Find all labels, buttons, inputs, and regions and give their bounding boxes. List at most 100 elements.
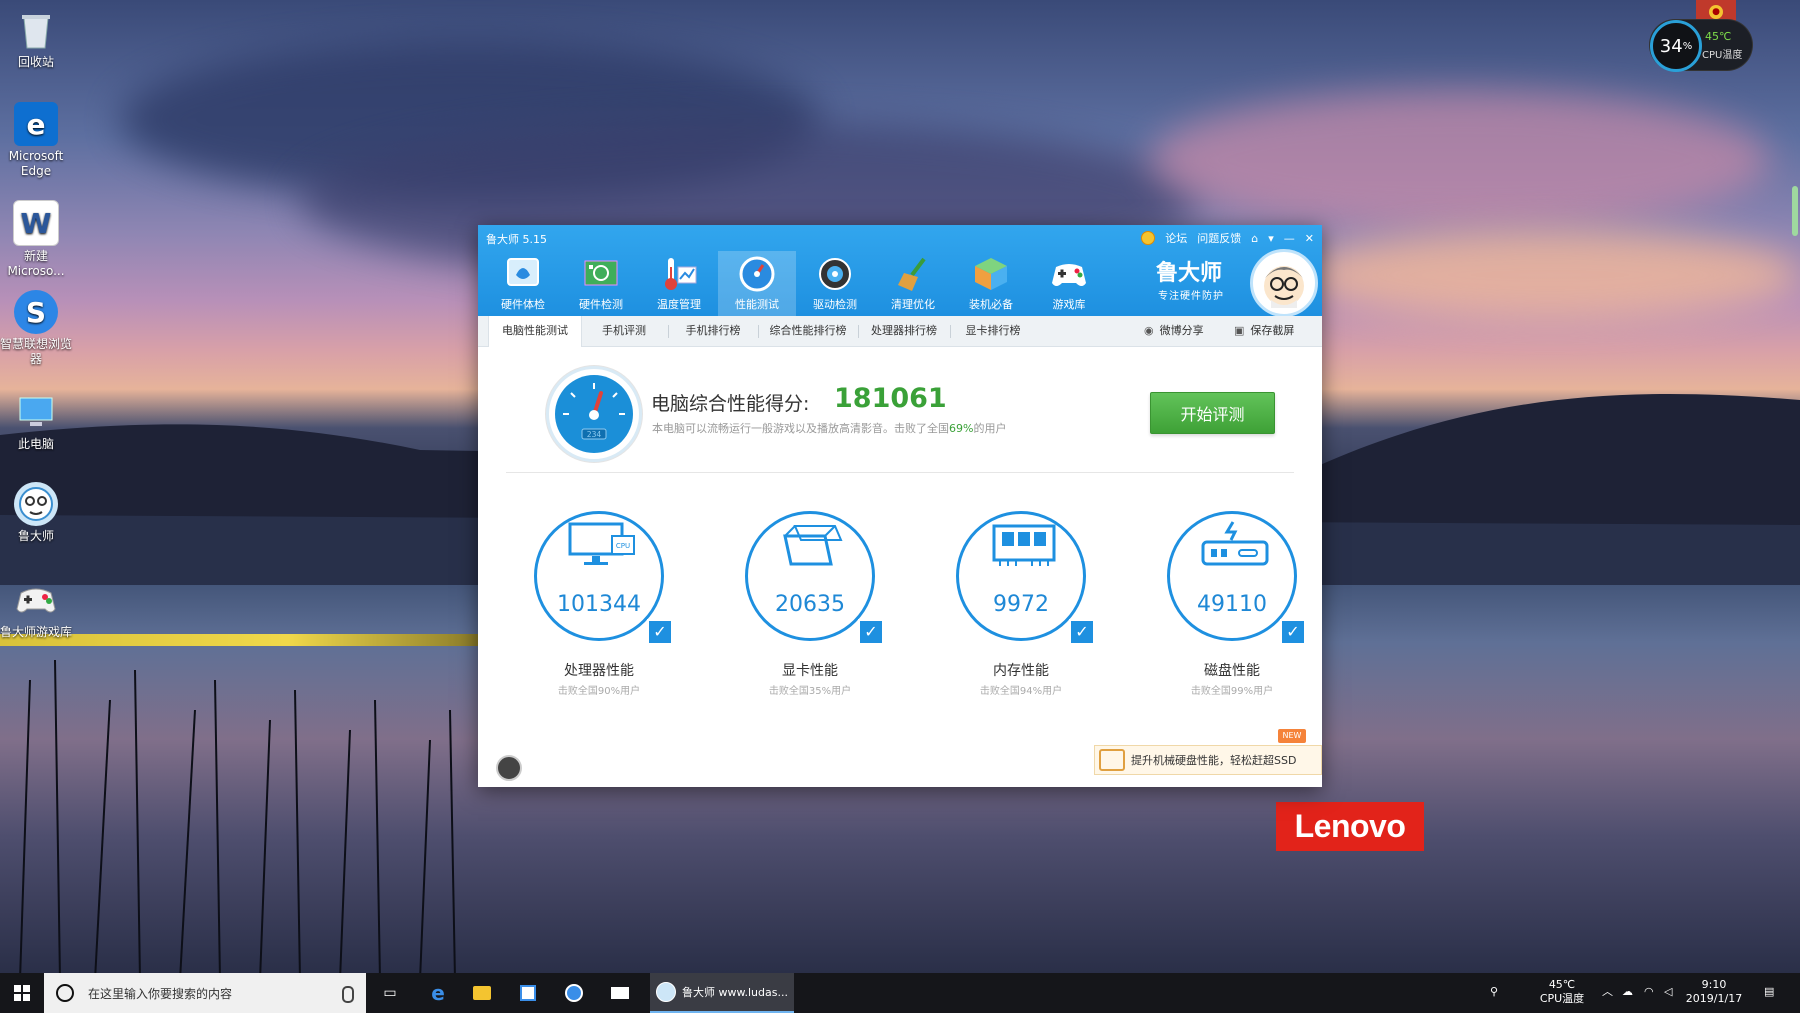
brand-name: 鲁大师 — [1156, 261, 1223, 286]
metric-circle: CPU 101344 ✓ — [534, 511, 673, 645]
edge-scroll-indicator[interactable] — [1792, 186, 1798, 236]
nav-item-performance-test[interactable]: 性能测试 — [718, 251, 796, 316]
desktop-icon-ludashi[interactable]: 鲁大师 — [0, 482, 72, 544]
camera-icon: ▣ — [1234, 324, 1245, 337]
sub-tab-bar: 电脑性能测试 手机评测 手机排行榜 综合性能排行榜 处理器排行榜 显卡排行榜 ◉… — [478, 316, 1322, 347]
tray-cpu-temp[interactable]: 45℃ CPU温度 — [1532, 978, 1592, 1006]
taskbar: 在这里输入你要搜索的内容 ▭ e 鲁大师 www.ludas... ⚲ 45℃ … — [0, 973, 1800, 1013]
tab-phone-review[interactable]: 手机评测 — [580, 316, 668, 346]
tab-cpu-ranking[interactable]: 处理器排行榜 — [858, 316, 950, 346]
desktop-icon-edge[interactable]: e Microsoft Edge — [0, 102, 72, 179]
nav-label: 硬件体检 — [501, 298, 545, 311]
taskbar-edge[interactable]: e — [416, 973, 460, 1013]
save-screenshot-button[interactable]: ▣ 保存截屏 — [1234, 316, 1294, 346]
nav-item-hardware-detect[interactable]: 硬件检测 — [562, 251, 640, 316]
ssd-promo-banner[interactable]: 提升机械硬盘性能，轻松赶超SSD — [1094, 745, 1322, 775]
svg-text:CPU: CPU — [616, 542, 630, 550]
word-document-icon: W — [13, 200, 59, 246]
nav-label: 装机必备 — [969, 298, 1013, 311]
app-logo-icon[interactable] — [496, 755, 522, 781]
tab-phone-ranking[interactable]: 手机排行榜 — [668, 316, 758, 346]
desktop-icon-label: 此电脑 — [17, 437, 54, 451]
people-icon[interactable]: ⚲ — [1490, 985, 1498, 999]
coin-icon[interactable] — [1141, 231, 1156, 245]
cpu-temp-label: CPU温度 — [1702, 50, 1743, 61]
desktop-icon-this-pc[interactable]: 此电脑 — [0, 390, 72, 452]
ludashi-window: 鲁大师 5.15 论坛 问题反馈 ⌂ ▾ — ✕ 硬件体检 硬件检测 温度管理 — [478, 225, 1322, 787]
score-gauge: 234 — [546, 366, 642, 462]
cpu-usage-value: 34 — [1659, 35, 1683, 57]
skin-icon[interactable]: ⌂ — [1251, 232, 1258, 245]
time: 9:10 — [1701, 978, 1727, 991]
onedrive-icon[interactable]: ☁ — [1622, 985, 1633, 999]
minimize-button[interactable]: — — [1284, 232, 1295, 245]
check-icon: ✓ — [647, 619, 673, 645]
metric-value: 49110 — [1197, 592, 1267, 617]
metric-gpu[interactable]: 20635 ✓ 显卡性能 击败全国35%用户 — [727, 511, 897, 701]
window-header: 鲁大师 5.15 论坛 问题反馈 ⌂ ▾ — ✕ 硬件体检 硬件检测 温度管理 — [478, 225, 1322, 317]
nav-item-temperature[interactable]: 温度管理 — [640, 251, 718, 316]
nav-item-game-library[interactable]: 游戏库 — [1030, 251, 1108, 316]
speedometer-icon — [738, 255, 776, 293]
nav-item-cleanup[interactable]: 清理优化 — [874, 251, 952, 316]
metric-memory[interactable]: 9972 ✓ 内存性能 击败全国94%用户 — [938, 511, 1108, 701]
recycle-bin-icon — [14, 8, 58, 52]
disk-drive-icon — [1201, 521, 1269, 566]
metric-value: 9972 — [993, 592, 1049, 617]
taskbar-store[interactable] — [506, 973, 550, 1013]
taskbar-clock-app[interactable] — [552, 973, 596, 1013]
metric-cpu[interactable]: CPU 101344 ✓ 处理器性能 击败全国90%用户 — [516, 511, 686, 701]
nav-label: 性能测试 — [735, 298, 779, 311]
taskbar-search-input[interactable]: 在这里输入你要搜索的内容 — [44, 973, 366, 1013]
tab-gpu-ranking[interactable]: 显卡排行榜 — [950, 316, 1036, 346]
metric-disk[interactable]: 49110 ✓ 磁盘性能 击败全国99%用户 — [1149, 511, 1319, 701]
weibo-share-button[interactable]: ◉ 微博分享 — [1144, 316, 1204, 346]
medal-icon: ● — [1709, 5, 1723, 19]
clock[interactable]: 9:10 2019/1/17 — [1680, 978, 1748, 1006]
notification-icon[interactable]: ▤ — [1764, 985, 1774, 999]
ludashi-icon — [14, 482, 58, 526]
start-benchmark-button[interactable]: 开始评测 — [1150, 392, 1275, 434]
task-view-button[interactable]: ▭ — [368, 973, 412, 1013]
taskbar-file-explorer[interactable] — [460, 973, 504, 1013]
feedback-link[interactable]: 问题反馈 — [1197, 230, 1241, 246]
nav-label: 游戏库 — [1052, 298, 1086, 311]
tab-pc-performance[interactable]: 电脑性能测试 — [488, 316, 582, 347]
taskbar-mail[interactable] — [598, 973, 642, 1013]
memory-chip-icon — [992, 524, 1056, 566]
system-tray: ⚲ 45℃ CPU温度 ︿ ☁ ◠ ◁ 9:10 2019/1/17 ▤ — [1480, 973, 1800, 1013]
ludashi-mascot-icon[interactable] — [1250, 249, 1318, 317]
volume-icon[interactable]: ◁ — [1664, 985, 1672, 999]
metric-circle: 9972 ✓ — [956, 511, 1095, 645]
forum-link[interactable]: 论坛 — [1165, 230, 1187, 246]
chevron-up-icon[interactable]: ︿ — [1602, 985, 1613, 999]
metric-subtitle: 击败全国99%用户 — [1190, 686, 1274, 697]
cpu-widget[interactable]: 34% 45℃ CPU温度 — [1650, 20, 1752, 72]
desktop-icon-ludashi-games[interactable]: 鲁大师游戏库 — [0, 578, 72, 640]
disk-icon — [1099, 749, 1125, 771]
score-label: 电脑综合性能得分: — [651, 393, 810, 415]
menu-icon[interactable]: ▾ — [1268, 232, 1274, 245]
start-button[interactable] — [0, 973, 44, 1013]
monitor-cpu-icon: CPU — [568, 522, 635, 565]
nav-item-health-check[interactable]: 硬件体检 — [484, 251, 562, 316]
lenovo-browser-icon: S — [14, 290, 58, 334]
nav-label: 硬件检测 — [579, 298, 623, 311]
taskbar-ludashi[interactable]: 鲁大师 www.ludas... — [650, 973, 794, 1013]
ludashi-icon — [656, 982, 676, 1002]
desktop-icon-lenovo-browser[interactable]: S 智慧联想浏览器 — [0, 290, 72, 367]
check-icon: ✓ — [858, 619, 884, 645]
tab-overall-ranking[interactable]: 综合性能排行榜 — [758, 316, 858, 346]
desktop-icon-word-doc[interactable]: W 新建 Microso... — [0, 200, 72, 279]
microphone-icon[interactable] — [342, 986, 354, 1003]
date: 2019/1/17 — [1685, 992, 1743, 1005]
close-button[interactable]: ✕ — [1305, 232, 1314, 245]
metric-title: 显卡性能 — [782, 663, 838, 679]
windows-icon — [14, 985, 30, 1001]
nav-item-driver-detect[interactable]: 驱动检测 — [796, 251, 874, 316]
wifi-icon[interactable]: ◠ — [1644, 985, 1654, 999]
desktop-icon-recycle-bin[interactable]: 回收站 — [0, 8, 72, 70]
gauge-digits: 234 — [587, 430, 602, 439]
nav-item-essentials[interactable]: 装机必备 — [952, 251, 1030, 316]
metric-subtitle: 击败全国94%用户 — [979, 686, 1063, 697]
